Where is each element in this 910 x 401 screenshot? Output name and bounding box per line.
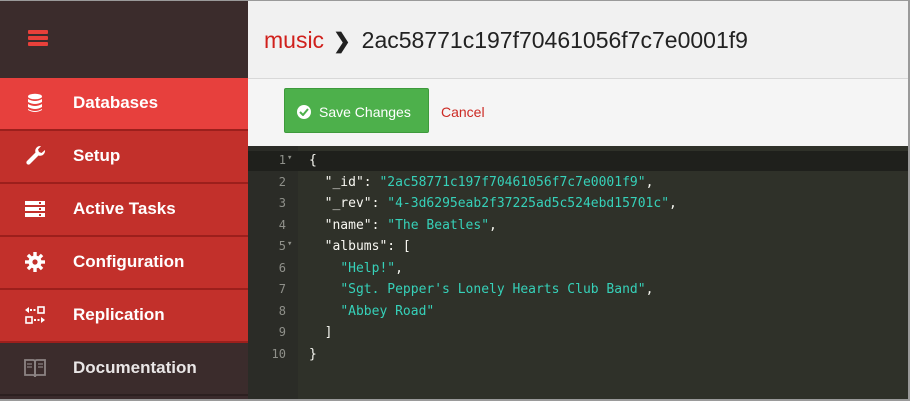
save-changes-button[interactable]: Save Changes bbox=[284, 88, 429, 133]
sidebar-item-label: Replication bbox=[73, 305, 165, 324]
breadcrumb-doc-id: 2ac58771c197f70461056f7c7e0001f9 bbox=[361, 27, 748, 53]
code-line[interactable]: 4 "name": "The Beatles", bbox=[248, 216, 908, 236]
code-text: "Sgt. Pepper's Lonely Hearts Club Band", bbox=[340, 282, 654, 297]
line-number: 1 bbox=[278, 153, 286, 167]
code-text: "_rev": "4-3d6295eab2f37225ad5c524ebd157… bbox=[324, 196, 677, 211]
editor-toolbar: Save Changes Cancel bbox=[248, 79, 908, 146]
line-number: 10 bbox=[271, 346, 286, 361]
code-text: "Abbey Road" bbox=[340, 303, 435, 319]
sidebar-nav: Databases Setup Active Tasks Configurati… bbox=[0, 78, 248, 396]
code-text: "_id": "2ac58771c197f70461056f7c7e0001f9… bbox=[324, 174, 654, 190]
line-number: 4 bbox=[278, 217, 286, 232]
sidebar-item-label: Documentation bbox=[73, 358, 197, 377]
code-line[interactable]: 2 "_id": "2ac58771c197f70461056f7c7e0001… bbox=[248, 173, 908, 193]
code-line[interactable]: 7 "Sgt. Pepper's Lonely Hearts Club Band… bbox=[248, 280, 908, 300]
sidebar-item-active-tasks[interactable]: Active Tasks bbox=[0, 184, 248, 237]
line-number: 5 bbox=[278, 239, 286, 253]
line-number: 8 bbox=[278, 303, 286, 318]
wrench-icon bbox=[24, 145, 46, 167]
code-text: { bbox=[309, 153, 317, 168]
code-line[interactable]: 6 "Help!", bbox=[248, 259, 908, 279]
code-line[interactable]: 10} bbox=[248, 345, 908, 365]
code-line[interactable]: 1 ▾ { bbox=[248, 151, 908, 171]
code-line[interactable]: 5 ▾ "albums": [ bbox=[248, 237, 908, 257]
sidebar-item-databases[interactable]: Databases bbox=[0, 78, 248, 131]
sidebar-item-replication[interactable]: Replication bbox=[0, 290, 248, 343]
sidebar-item-documentation[interactable]: Documentation bbox=[0, 343, 248, 396]
menu-toggle-button[interactable] bbox=[0, 1, 248, 78]
breadcrumb-database-link[interactable]: music bbox=[264, 27, 324, 53]
app-window: Databases Setup Active Tasks Configurati… bbox=[0, 0, 910, 401]
sidebar-item-setup[interactable]: Setup bbox=[0, 131, 248, 184]
line-number: 7 bbox=[278, 282, 286, 296]
code-text: "albums": [ bbox=[324, 239, 411, 254]
tasks-icon bbox=[24, 198, 46, 220]
code-line[interactable]: 9 ] bbox=[248, 323, 908, 343]
fold-toggle-icon[interactable]: ▾ bbox=[287, 239, 292, 249]
save-button-label: Save Changes bbox=[319, 104, 411, 120]
json-editor[interactable]: 1 ▾{2 "_id": "2ac58771c197f70461056f7c7e0… bbox=[248, 146, 908, 399]
sidebar-item-label: Active Tasks bbox=[73, 199, 176, 218]
line-number: 6 bbox=[278, 260, 286, 275]
code-line[interactable]: 3 "_rev": "4-3d6295eab2f37225ad5c524ebd1… bbox=[248, 194, 908, 214]
database-icon bbox=[24, 92, 46, 114]
hamburger-icon[interactable] bbox=[28, 30, 48, 46]
line-number: 2 bbox=[278, 174, 286, 189]
line-number: 3 bbox=[278, 196, 286, 210]
sidebar: Databases Setup Active Tasks Configurati… bbox=[0, 1, 248, 399]
sidebar-item-configuration[interactable]: Configuration bbox=[0, 237, 248, 290]
fold-toggle-icon[interactable]: ▾ bbox=[287, 153, 292, 163]
line-number: 9 bbox=[278, 325, 286, 339]
replication-icon bbox=[24, 304, 46, 326]
cancel-link[interactable]: Cancel bbox=[441, 104, 485, 120]
code-line[interactable]: 8 "Abbey Road" bbox=[248, 302, 908, 322]
check-circle-icon bbox=[297, 105, 311, 119]
gear-icon bbox=[24, 251, 46, 273]
page-header: music ❯ 2ac58771c197f70461056f7c7e0001f9 bbox=[248, 1, 908, 79]
code-text: "Help!", bbox=[340, 260, 403, 276]
code-text: ] bbox=[309, 325, 333, 340]
code-text: } bbox=[309, 346, 317, 362]
chevron-right-icon: ❯ bbox=[333, 30, 351, 53]
code-text: "name": "The Beatles", bbox=[324, 217, 497, 233]
breadcrumb: music ❯ 2ac58771c197f70461056f7c7e0001f9 bbox=[264, 27, 748, 54]
book-icon bbox=[24, 357, 46, 379]
sidebar-item-label: Setup bbox=[73, 146, 121, 165]
sidebar-item-label: Configuration bbox=[73, 252, 185, 271]
sidebar-item-label: Databases bbox=[73, 93, 159, 112]
